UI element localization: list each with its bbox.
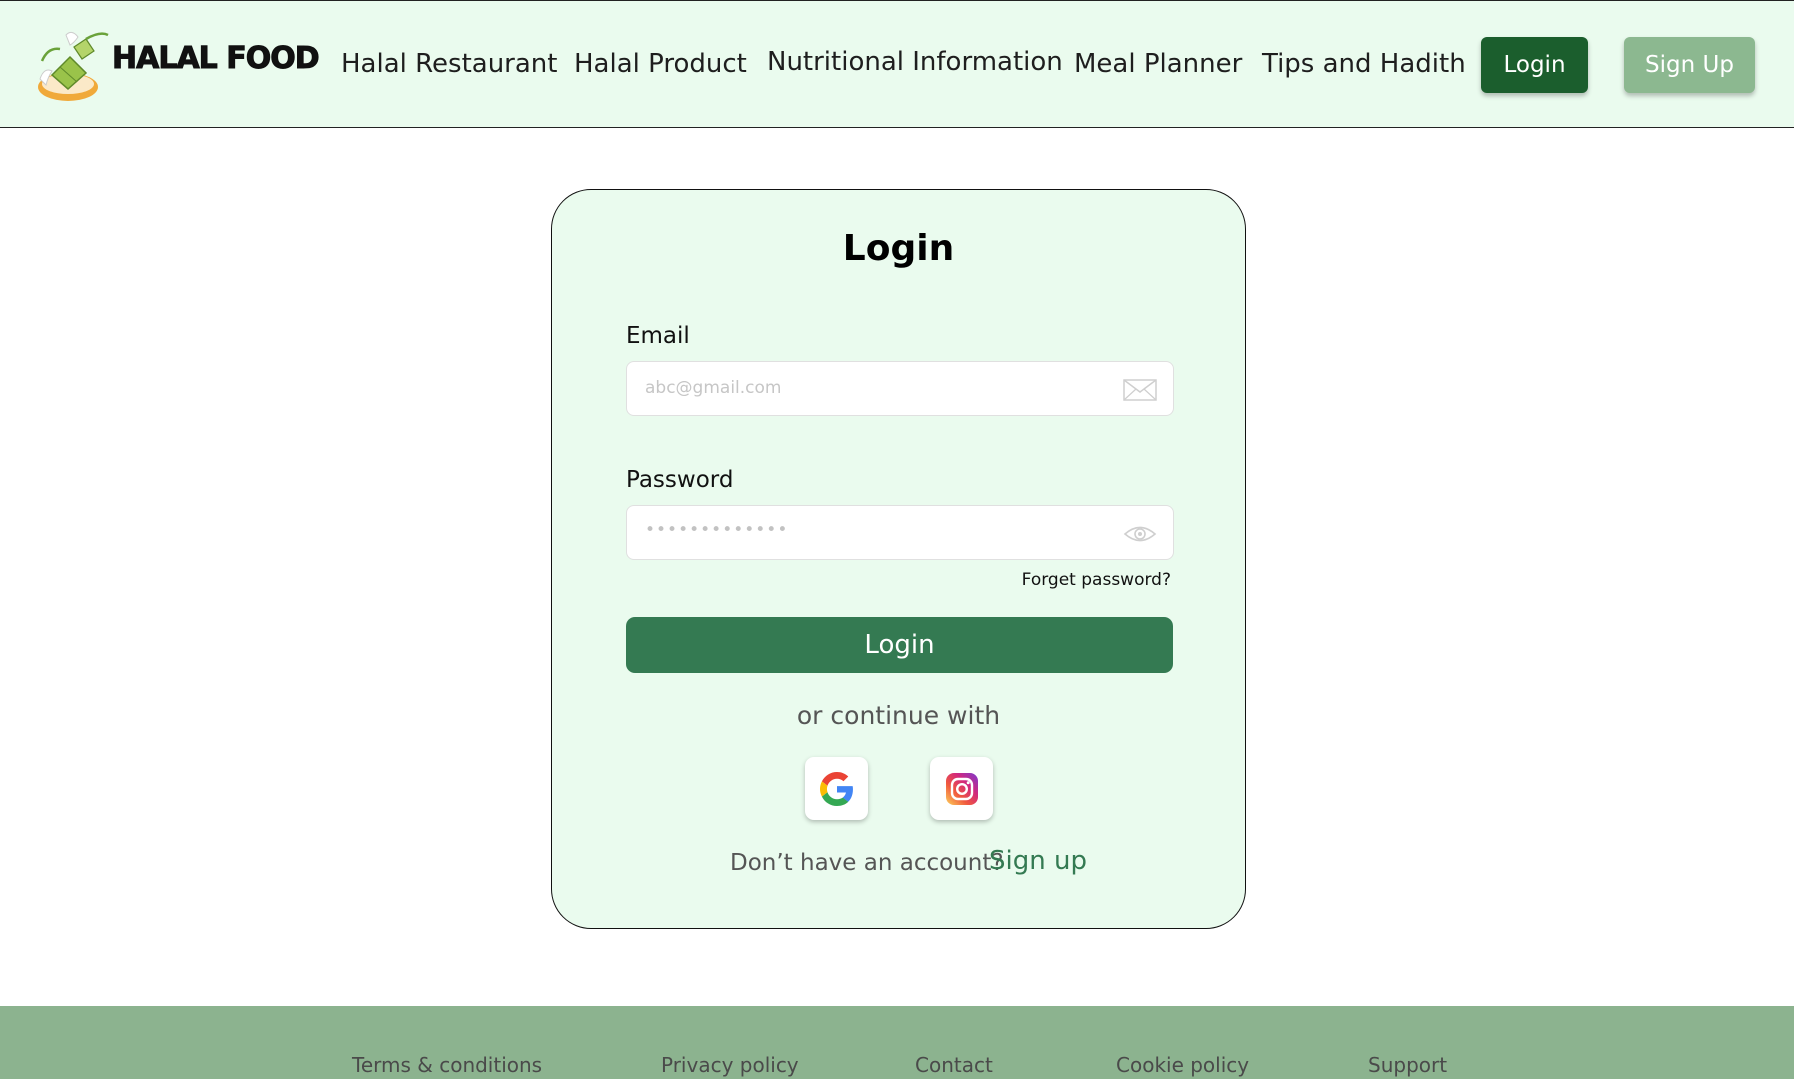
nav-halal-restaurant[interactable]: Halal Restaurant: [341, 49, 557, 79]
continue-with-text: or continue with: [796, 701, 1001, 730]
envelope-icon: [1123, 379, 1157, 401]
email-placeholder: abc@gmail.com: [645, 378, 782, 398]
instagram-icon: [945, 772, 978, 805]
password-field[interactable]: •••••••••••••: [626, 505, 1174, 560]
halal-food-logo[interactable]: [30, 27, 114, 109]
footer-cookie-link[interactable]: Cookie policy: [1116, 1053, 1249, 1077]
nav-halal-product[interactable]: Halal Product: [574, 49, 747, 79]
login-card: Login Email abc@gmail.com Password •••••…: [551, 189, 1246, 929]
eye-icon[interactable]: [1123, 523, 1157, 545]
top-navbar: HALAL FOOD Halal Restaurant Halal Produc…: [0, 0, 1794, 128]
header-login-button[interactable]: Login: [1481, 37, 1588, 93]
no-account-text: Don’t have an account?: [730, 850, 1004, 876]
instagram-login-button[interactable]: [930, 757, 993, 820]
footer-contact-link[interactable]: Contact: [915, 1053, 993, 1077]
nav-nutritional-information[interactable]: Nutritional Information: [767, 47, 1063, 77]
footer: Terms & conditions Privacy policy Contac…: [0, 1006, 1794, 1079]
email-field[interactable]: abc@gmail.com: [626, 361, 1174, 416]
google-login-button[interactable]: [805, 757, 868, 820]
nav-meal-planner[interactable]: Meal Planner: [1074, 49, 1242, 79]
header-signup-button[interactable]: Sign Up: [1624, 37, 1755, 93]
password-masked-value: •••••••••••••: [645, 520, 789, 540]
email-label: Email: [626, 323, 690, 349]
footer-privacy-link[interactable]: Privacy policy: [661, 1053, 799, 1077]
nav-tips-and-hadith[interactable]: Tips and Hadith: [1262, 49, 1466, 79]
brand-name[interactable]: HALAL FOOD: [112, 41, 321, 77]
footer-support-link[interactable]: Support: [1368, 1053, 1447, 1077]
login-submit-button[interactable]: Login: [626, 617, 1173, 673]
login-title: Login: [842, 228, 955, 269]
signup-link[interactable]: Sign up: [989, 846, 1087, 876]
google-icon: [819, 771, 853, 806]
password-label: Password: [626, 467, 734, 493]
forgot-password-link[interactable]: Forget password?: [1022, 570, 1171, 590]
footer-terms-link[interactable]: Terms & conditions: [352, 1053, 542, 1077]
